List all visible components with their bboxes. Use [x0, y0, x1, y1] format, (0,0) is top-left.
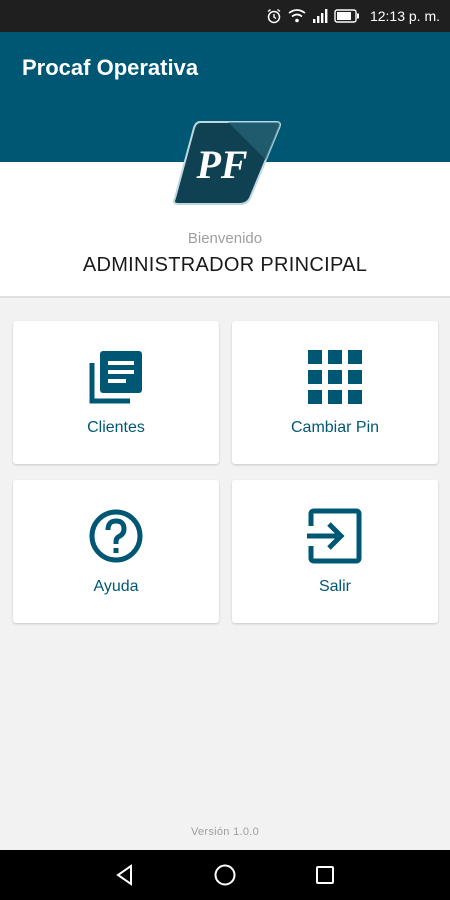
help-icon: [13, 506, 219, 566]
version-text: Versión 1.0.0: [190, 826, 260, 838]
navigation-bar: [0, 850, 450, 900]
ayuda-label: Ayuda: [93, 578, 139, 595]
clientes-label: Clientes: [87, 419, 145, 436]
wifi-icon: [288, 8, 306, 24]
status-bar: 12:13 p. m.: [0, 0, 450, 32]
cambiar-pin-label: Cambiar Pin: [290, 419, 380, 436]
alarm-icon: [266, 8, 282, 24]
app-title: Procaf Operativa: [22, 55, 199, 80]
company-logo: PF: [170, 118, 282, 208]
exit-icon: [232, 506, 438, 566]
recents-icon[interactable]: [312, 862, 338, 888]
ayuda-button[interactable]: Ayuda: [13, 480, 219, 623]
salir-button[interactable]: Salir: [232, 480, 438, 623]
cambiar-pin-button[interactable]: Cambiar Pin: [232, 321, 438, 464]
clientes-button[interactable]: Clientes: [13, 321, 219, 464]
divider: [0, 296, 450, 298]
user-name: ADMINISTRADOR PRINCIPAL: [82, 254, 368, 276]
battery-icon: [334, 9, 360, 23]
signal-icon: [312, 9, 328, 23]
list-icon: [13, 347, 219, 407]
grid-icon: [232, 347, 438, 407]
status-time: 12:13 p. m.: [369, 8, 440, 24]
back-icon[interactable]: [112, 862, 138, 888]
salir-label: Salir: [318, 578, 351, 595]
welcome-text: Bienvenido: [187, 230, 263, 247]
logo-text: PF: [195, 142, 247, 187]
home-icon[interactable]: [212, 862, 238, 888]
